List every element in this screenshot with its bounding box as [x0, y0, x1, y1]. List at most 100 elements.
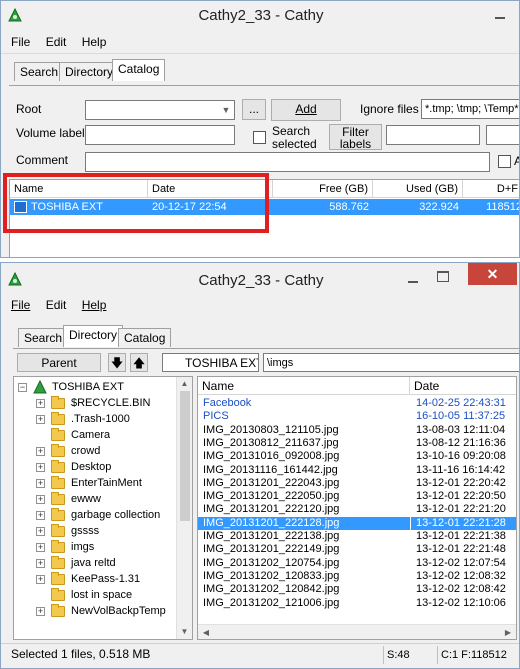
- tab-baseline: [9, 85, 519, 86]
- filter-labels-button[interactable]: Filter labels: [329, 124, 382, 150]
- tree-item-label: imgs: [71, 541, 95, 553]
- folder-icon: [51, 428, 65, 441]
- ignore-files-input[interactable]: *.tmp; \tmp; \Temp*: [421, 99, 519, 119]
- file-date: 13-12-02 12:08:42: [416, 583, 506, 596]
- add-button-label: Add: [295, 102, 317, 116]
- file-name: IMG_20131201_222050.jpg: [203, 490, 340, 503]
- expand-icon[interactable]: +: [36, 511, 45, 520]
- a-checkbox[interactable]: [498, 155, 511, 168]
- file-row[interactable]: IMG_20131202_120842.jpg 13-12-02 12:08:42: [198, 583, 516, 596]
- file-list: Name Date Facebook 14-02-25 22:43:31 PICS 1…: [197, 376, 517, 640]
- file-row[interactable]: IMG_20131201_222128.jpg 13-12-01 22:21:28: [198, 516, 516, 530]
- a-label: A: [514, 154, 519, 168]
- menu-help[interactable]: Help: [76, 32, 113, 52]
- expand-icon[interactable]: +: [36, 543, 45, 552]
- tab-catalog[interactable]: Catalog: [112, 59, 166, 81]
- tree-item-label: lost in space: [71, 589, 133, 601]
- path-field[interactable]: \imgs: [263, 353, 519, 372]
- expand-icon[interactable]: +: [36, 607, 45, 616]
- expand-icon[interactable]: +: [36, 527, 45, 536]
- tree-item-label: EnterTainMent: [71, 477, 142, 489]
- file-row[interactable]: IMG_20131201_222043.jpg 13-12-01 22:20:42: [198, 476, 516, 490]
- scroll-down-icon[interactable]: ▼: [177, 627, 192, 636]
- file-row[interactable]: IMG_20131202_120754.jpg 13-12-02 12:07:54: [198, 556, 516, 570]
- menu-help[interactable]: Help: [76, 295, 113, 315]
- expand-icon[interactable]: +: [36, 447, 45, 456]
- col-name[interactable]: Name: [198, 377, 410, 395]
- scroll-up-icon[interactable]: ▲: [177, 379, 192, 388]
- filter-labels-input[interactable]: [386, 125, 480, 145]
- tree-item-label: garbage collection: [71, 509, 161, 521]
- file-row[interactable]: IMG_20130812_211637.jpg 13-08-12 21:16:36: [198, 437, 516, 450]
- file-date: 13-10-16 09:20:08: [416, 450, 506, 463]
- comment-input[interactable]: [85, 152, 490, 172]
- tab-directory[interactable]: Directory: [63, 325, 124, 347]
- menu-edit[interactable]: Edit: [40, 32, 73, 52]
- file-date: 13-12-01 22:21:48: [416, 543, 506, 556]
- root-browse-button[interactable]: ...: [242, 99, 266, 120]
- arrow-up-icon[interactable]: 🡅: [130, 353, 148, 372]
- col-used[interactable]: Used (GB): [373, 180, 463, 198]
- file-row[interactable]: IMG_20131016_092008.jpg 13-10-16 09:20:08: [198, 450, 516, 463]
- file-date: 13-12-01 22:20:42: [416, 476, 506, 489]
- file-row[interactable]: IMG_20131201_222120.jpg 13-12-01 22:21:20: [198, 503, 516, 516]
- extra-input[interactable]: [486, 125, 519, 145]
- file-row[interactable]: IMG_20131201_222149.jpg 13-12-01 22:21:48: [198, 543, 516, 556]
- add-button[interactable]: Add: [271, 99, 341, 121]
- minimize-button[interactable]: [493, 8, 507, 22]
- folder-row[interactable]: Facebook 14-02-25 22:43:31: [198, 397, 516, 410]
- tree-item-label: gssss: [71, 525, 100, 537]
- file-name: IMG_20131202_120754.jpg: [203, 556, 340, 569]
- row-free: 588.762: [329, 201, 369, 213]
- tree-item-label: crowd: [71, 445, 101, 457]
- folder-row[interactable]: PICS 16-10-05 11:37:25: [198, 410, 516, 423]
- file-row[interactable]: IMG_20131201_222138.jpg 13-12-01 22:21:38: [198, 530, 516, 543]
- tab-search[interactable]: Search: [18, 328, 69, 347]
- col-df[interactable]: D+F: [463, 180, 519, 198]
- menu-edit[interactable]: Edit: [40, 295, 73, 315]
- arrow-down-icon[interactable]: 🡇: [108, 353, 126, 372]
- menu-file[interactable]: File: [5, 32, 36, 52]
- file-row[interactable]: IMG_20130803_121105.jpg 13-08-03 12:11:04: [198, 424, 516, 437]
- file-row[interactable]: IMG_20131116_161442.jpg 13-11-16 16:14:42: [198, 464, 516, 477]
- scroll-left-icon[interactable]: ◀: [200, 628, 212, 637]
- folder-icon: [51, 540, 65, 553]
- col-free[interactable]: Free (GB): [273, 180, 373, 198]
- status-s: S:48: [383, 646, 433, 664]
- menu-file[interactable]: File: [5, 295, 36, 315]
- menu-divider: [1, 53, 519, 54]
- col-date[interactable]: Date: [410, 377, 516, 395]
- maximize-button[interactable]: [437, 271, 449, 282]
- expand-icon[interactable]: +: [36, 479, 45, 488]
- folder-icon: [51, 492, 65, 505]
- file-row[interactable]: IMG_20131202_120833.jpg 13-12-02 12:08:32: [198, 570, 516, 583]
- expand-icon[interactable]: +: [36, 463, 45, 472]
- minimize-button[interactable]: [406, 272, 420, 286]
- volume-label-input[interactable]: [85, 125, 235, 145]
- volume-field[interactable]: TOSHIBA EXT: [162, 353, 259, 372]
- parent-button[interactable]: Parent: [17, 353, 101, 372]
- tab-baseline: [13, 348, 519, 349]
- tree-scroll-thumb[interactable]: [180, 391, 190, 521]
- file-row[interactable]: IMG_20131201_222050.jpg 13-12-01 22:20:50: [198, 490, 516, 503]
- expand-icon[interactable]: +: [36, 575, 45, 584]
- chevron-down-icon[interactable]: ▼: [220, 105, 232, 115]
- tree-root-label: TOSHIBA EXT: [52, 381, 124, 393]
- file-row[interactable]: IMG_20131202_121006.jpg 13-12-02 12:10:06: [198, 597, 516, 610]
- expand-icon[interactable]: +: [36, 415, 45, 424]
- scroll-right-icon[interactable]: ▶: [502, 628, 514, 637]
- search-selected-checkbox[interactable]: [253, 131, 266, 144]
- close-button[interactable]: ✕: [468, 263, 517, 285]
- tab-catalog[interactable]: Catalog: [118, 328, 172, 347]
- expand-icon[interactable]: +: [36, 559, 45, 568]
- tab-directory[interactable]: Directory: [59, 62, 120, 81]
- file-date: 13-12-01 22:21:38: [416, 530, 506, 542]
- tree-scrollbar[interactable]: ▲ ▼: [176, 377, 192, 639]
- root-combo[interactable]: [85, 100, 235, 120]
- collapse-icon[interactable]: −: [18, 383, 27, 392]
- expand-icon[interactable]: +: [36, 399, 45, 408]
- comment-label: Comment: [16, 153, 69, 167]
- tab-search[interactable]: Search: [14, 62, 65, 81]
- file-hscrollbar[interactable]: ◀ ▶: [198, 624, 516, 639]
- expand-icon[interactable]: +: [36, 495, 45, 504]
